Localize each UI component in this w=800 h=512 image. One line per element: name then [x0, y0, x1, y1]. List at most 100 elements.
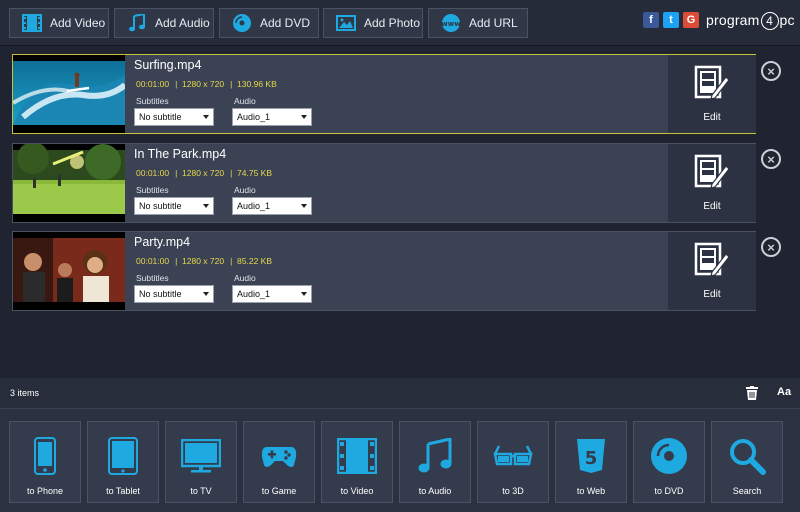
- add-url-label: Add URL: [469, 16, 518, 30]
- file-duration: 00:01:00: [136, 256, 170, 266]
- to-game-button[interactable]: to Game: [243, 421, 315, 503]
- film-icon: [337, 436, 377, 476]
- file-duration: 00:01:00: [136, 168, 170, 178]
- add-video-button[interactable]: Add Video: [9, 8, 109, 38]
- file-name: In The Park.mp4: [134, 147, 227, 161]
- file-row[interactable]: In The Park.mp4 00:01:00 | 1280 x 720 | 74…: [12, 143, 756, 223]
- converter-label: to Video: [340, 486, 374, 496]
- converter-label: to TV: [190, 486, 212, 496]
- close-icon: ×: [767, 151, 775, 167]
- converter-panel: to Phone to Tablet to TV to Game to Vide…: [0, 408, 800, 512]
- audio-label: Audio: [234, 185, 256, 195]
- add-dvd-button[interactable]: Add DVD: [219, 8, 319, 38]
- music-note-icon: [127, 13, 147, 33]
- remove-file-button[interactable]: ×: [761, 149, 781, 169]
- close-icon: ×: [767, 239, 775, 255]
- file-row[interactable]: Surfing.mp4 00:01:00 | 1280 x 720 | 130.96…: [12, 54, 756, 134]
- chevron-down-icon: [203, 292, 209, 296]
- audio-select-value: Audio_1: [237, 112, 271, 122]
- converter-label: to 3D: [502, 486, 524, 496]
- edit-label: Edit: [703, 201, 721, 212]
- add-audio-label: Add Audio: [155, 16, 210, 30]
- subtitles-label: Subtitles: [136, 273, 169, 283]
- edit-icon: [694, 242, 730, 283]
- subtitle-select[interactable]: No subtitle: [134, 197, 214, 215]
- add-dvd-label: Add DVD: [260, 16, 311, 30]
- audio-select[interactable]: Audio_1: [232, 285, 312, 303]
- subtitle-select[interactable]: No subtitle: [134, 108, 214, 126]
- audio-select-value: Audio_1: [237, 289, 271, 299]
- facebook-icon[interactable]: f: [643, 12, 659, 28]
- file-row[interactable]: Party.mp4 00:01:00 | 1280 x 720 | 85.22 KB…: [12, 231, 756, 311]
- chevron-down-icon: [203, 204, 209, 208]
- svg-text:5: 5: [585, 448, 598, 469]
- file-name: Party.mp4: [134, 235, 191, 249]
- edit-label: Edit: [703, 112, 721, 123]
- add-photo-button[interactable]: Add Photo: [323, 8, 423, 38]
- edit-button[interactable]: Edit: [668, 55, 756, 133]
- brand-suffix: pc: [779, 12, 795, 28]
- subtitle-select-value: No subtitle: [139, 201, 182, 211]
- add-url-button[interactable]: www Add URL: [428, 8, 528, 38]
- subtitles-label: Subtitles: [136, 185, 169, 195]
- file-size: 85.22 KB: [237, 256, 273, 266]
- audio-select[interactable]: Audio_1: [232, 108, 312, 126]
- twitter-icon[interactable]: t: [663, 12, 679, 28]
- photo-icon: [336, 13, 356, 33]
- to-phone-button[interactable]: to Phone: [9, 421, 81, 503]
- status-bar: 3 items Aa: [0, 378, 800, 408]
- file-resolution: 1280 x 720: [182, 168, 225, 178]
- file-duration: 00:01:00: [136, 79, 170, 89]
- close-icon: ×: [767, 63, 775, 79]
- edit-button[interactable]: Edit: [668, 232, 756, 310]
- brand-four: 4: [760, 12, 779, 30]
- edit-icon: [694, 154, 730, 195]
- subtitle-select-value: No subtitle: [139, 289, 182, 299]
- trash-icon[interactable]: [746, 386, 758, 405]
- add-audio-button[interactable]: Add Audio: [114, 8, 214, 38]
- file-size: 130.96 KB: [237, 79, 277, 89]
- converter-label: to Game: [261, 486, 297, 496]
- edit-label: Edit: [703, 289, 721, 300]
- to-video-button[interactable]: to Video: [321, 421, 393, 503]
- disc-icon: [232, 13, 252, 33]
- font-size-button[interactable]: Aa: [777, 386, 791, 398]
- audio-label: Audio: [234, 96, 256, 106]
- chevron-down-icon: [301, 115, 307, 119]
- edit-button[interactable]: Edit: [668, 144, 756, 222]
- subtitle-select[interactable]: No subtitle: [134, 285, 214, 303]
- film-icon: [22, 13, 42, 33]
- gamepad-icon: [261, 436, 297, 476]
- tv-icon: [181, 436, 221, 476]
- to-tablet-button[interactable]: to Tablet: [87, 421, 159, 503]
- audio-select-value: Audio_1: [237, 201, 271, 211]
- 3d-glasses-icon: [493, 436, 533, 476]
- subtitle-select-value: No subtitle: [139, 112, 182, 122]
- remove-file-button[interactable]: ×: [761, 237, 781, 257]
- to-dvd-button[interactable]: to DVD: [633, 421, 705, 503]
- converter-label: to Tablet: [106, 486, 140, 496]
- search-icon: [728, 436, 766, 476]
- audio-select[interactable]: Audio_1: [232, 197, 312, 215]
- to-audio-button[interactable]: to Audio: [399, 421, 471, 503]
- to-tv-button[interactable]: to TV: [165, 421, 237, 503]
- file-list: Surfing.mp4 00:01:00 | 1280 x 720 | 130.96…: [0, 47, 800, 377]
- add-photo-label: Add Photo: [364, 16, 421, 30]
- video-thumbnail: [13, 232, 125, 310]
- svg-text:www: www: [441, 20, 461, 28]
- chevron-down-icon: [203, 115, 209, 119]
- to-web-button[interactable]: 5 to Web: [555, 421, 627, 503]
- file-meta: 00:01:00 | 1280 x 720 | 74.75 KB: [136, 168, 273, 178]
- file-resolution: 1280 x 720: [182, 79, 225, 89]
- tablet-icon: [108, 436, 138, 476]
- file-resolution: 1280 x 720: [182, 256, 225, 266]
- video-thumbnail: [13, 144, 125, 222]
- search-button[interactable]: Search: [711, 421, 783, 503]
- to-3d-button[interactable]: to 3D: [477, 421, 549, 503]
- chevron-down-icon: [301, 204, 307, 208]
- video-thumbnail: [13, 55, 125, 133]
- edit-icon: [694, 65, 730, 106]
- remove-file-button[interactable]: ×: [761, 61, 781, 81]
- google-plus-icon[interactable]: G: [683, 12, 699, 28]
- converter-label: to DVD: [654, 486, 684, 496]
